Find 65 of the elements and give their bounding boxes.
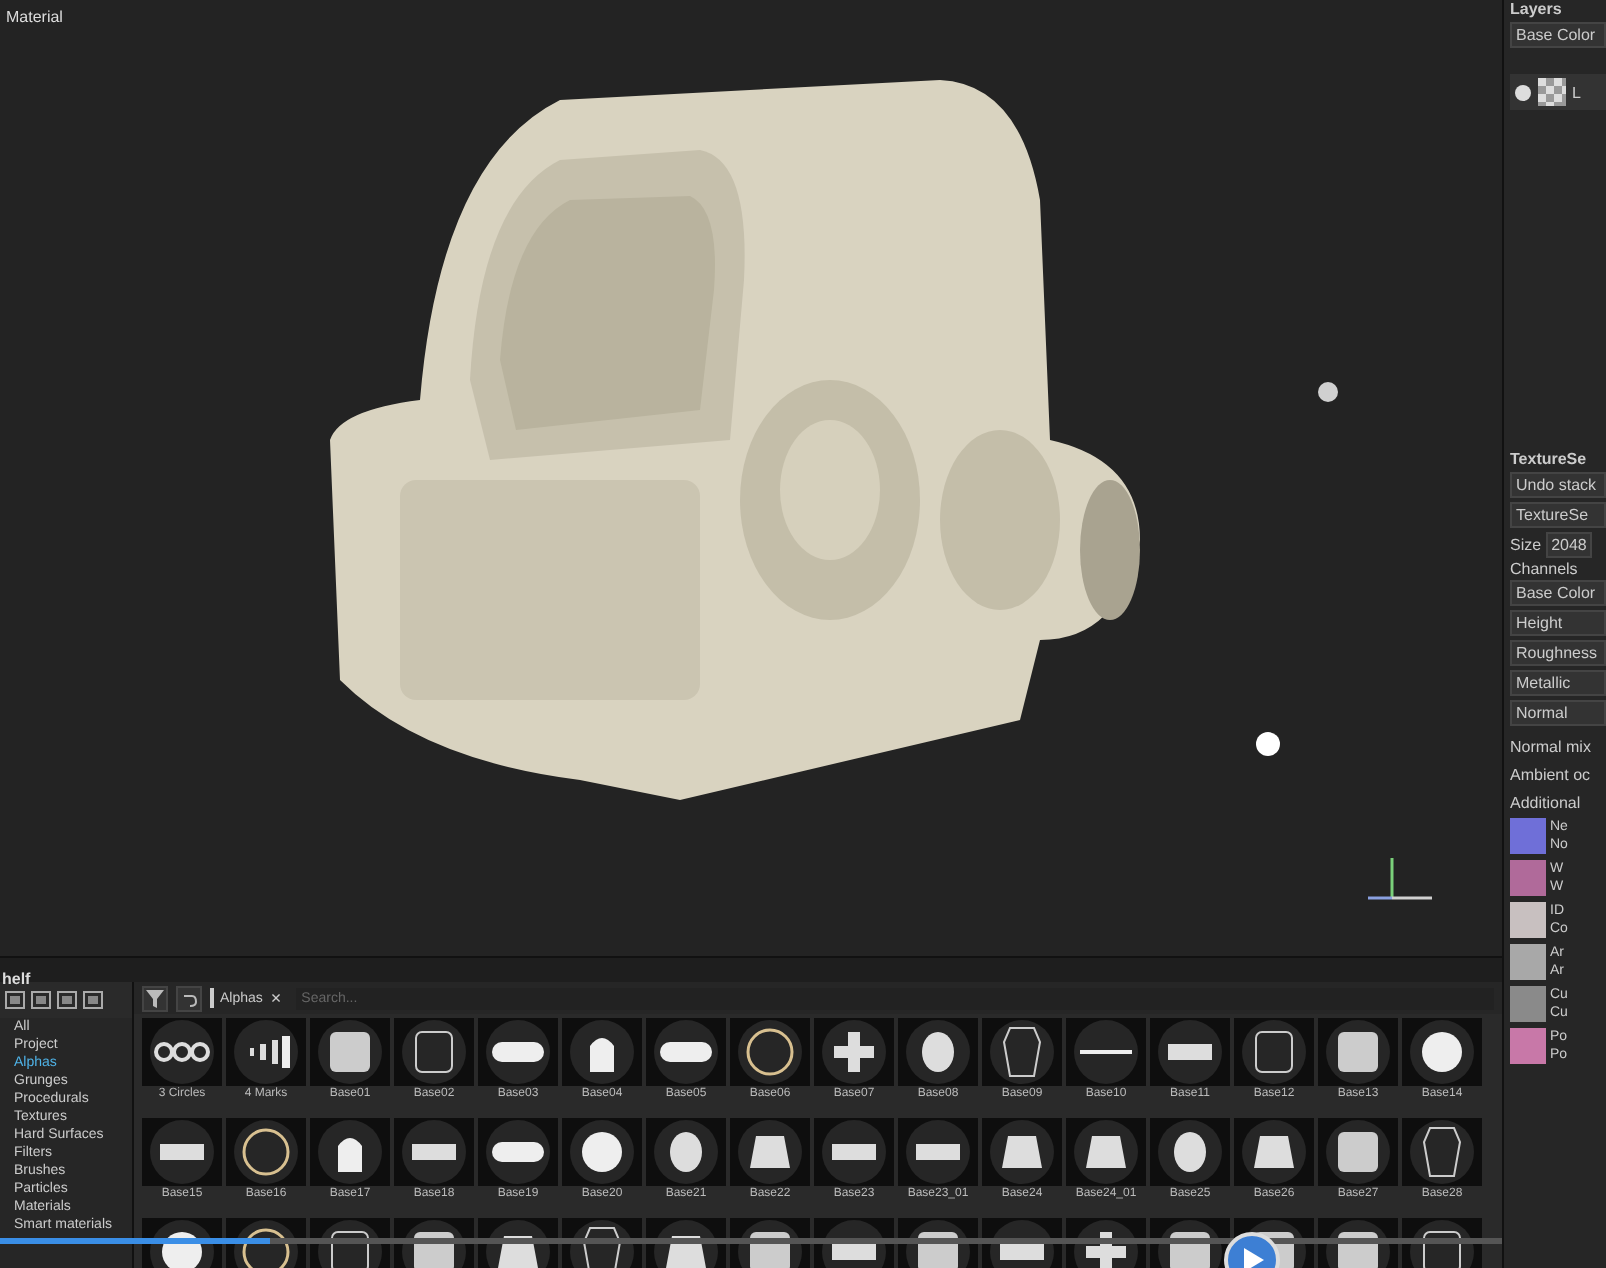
layer-row[interactable]: L: [1510, 74, 1606, 110]
channel-field[interactable]: Roughness: [1510, 640, 1606, 666]
channel-dropdown[interactable]: Base Color: [1510, 22, 1606, 48]
layer-name: L: [1572, 83, 1581, 101]
setting-label: Additional: [1510, 794, 1583, 812]
viewport-label: Material: [6, 8, 63, 26]
alpha-thumbnail: [646, 1018, 726, 1086]
alpha-thumbnail: [226, 1018, 306, 1086]
undo-stack-button[interactable]: Undo stack: [1510, 472, 1606, 498]
alpha-thumbnail: [394, 1018, 474, 1086]
alpha-thumbnail: [898, 1118, 978, 1186]
setting-label: Ambient oc: [1510, 766, 1593, 784]
channel-field[interactable]: Base Color: [1510, 580, 1606, 606]
alpha-thumbnail: [730, 1118, 810, 1186]
alpha-thumbnail: [310, 1118, 390, 1186]
alpha-thumbnail: [478, 1118, 558, 1186]
light-spot-icon: [1316, 380, 1340, 404]
alpha-thumbnail: [562, 1118, 642, 1186]
light-spot-icon: [1254, 730, 1282, 758]
alpha-thumbnail: [1402, 1118, 1482, 1186]
folder-icon: [82, 988, 104, 1010]
alpha-thumbnail: [1234, 1018, 1314, 1086]
alpha-thumbnail: [982, 1018, 1062, 1086]
alpha-thumbnail: [1402, 1018, 1482, 1086]
size-label: Size: [1510, 536, 1542, 554]
alpha-thumbnail: [226, 1118, 306, 1186]
folder-icon: [56, 988, 78, 1010]
shelf-title: helf: [0, 970, 31, 988]
alpha-thumbnail: [646, 1118, 726, 1186]
alpha-thumbnail: [814, 1018, 894, 1086]
size-dropdown[interactable]: 2048: [1545, 532, 1593, 558]
alpha-thumbnail: [394, 1118, 474, 1186]
undo-icon: [180, 989, 198, 1007]
panel-title: Layers: [1510, 0, 1564, 20]
channel-field[interactable]: Normal: [1510, 700, 1606, 726]
channel-field[interactable]: Height: [1510, 610, 1606, 636]
alpha-thumbnail: [1066, 1018, 1146, 1086]
alpha-thumbnail: [1150, 1018, 1230, 1086]
undo-button[interactable]: [176, 985, 202, 1011]
alpha-thumbnail: [982, 1118, 1062, 1186]
alpha-thumbnail: [1066, 1118, 1146, 1186]
alpha-thumbnail: [1318, 1118, 1398, 1186]
channels-label: Channels: [1510, 560, 1580, 578]
alpha-thumbnail: [142, 1118, 222, 1186]
progress-track[interactable]: [0, 1238, 1502, 1244]
alpha-thumbnail: [898, 1018, 978, 1086]
remove-tag-button[interactable]: ×: [270, 988, 282, 1008]
panel-title: TextureSe: [1510, 450, 1589, 470]
alpha-thumbnail: [142, 1018, 222, 1086]
filter-icon: [146, 989, 164, 1007]
texture-set-dropdown[interactable]: TextureSe: [1510, 502, 1606, 528]
alpha-thumbnail: [1318, 1018, 1398, 1086]
alpha-thumbnail: [478, 1018, 558, 1086]
layer-thumbnail: [1538, 78, 1566, 106]
folder-icon: [30, 988, 52, 1010]
channel-field[interactable]: Metallic: [1510, 670, 1606, 696]
alpha-thumbnail: [814, 1118, 894, 1186]
folder-icon: [4, 988, 26, 1010]
setting-label: Normal mix: [1510, 738, 1593, 756]
alpha-thumbnail: [562, 1018, 642, 1086]
alpha-thumbnail: [730, 1018, 810, 1086]
alpha-thumbnail: [310, 1018, 390, 1086]
alpha-thumbnail: [1150, 1118, 1230, 1186]
filter-button[interactable]: [142, 985, 168, 1011]
alpha-thumbnail: [1234, 1118, 1314, 1186]
